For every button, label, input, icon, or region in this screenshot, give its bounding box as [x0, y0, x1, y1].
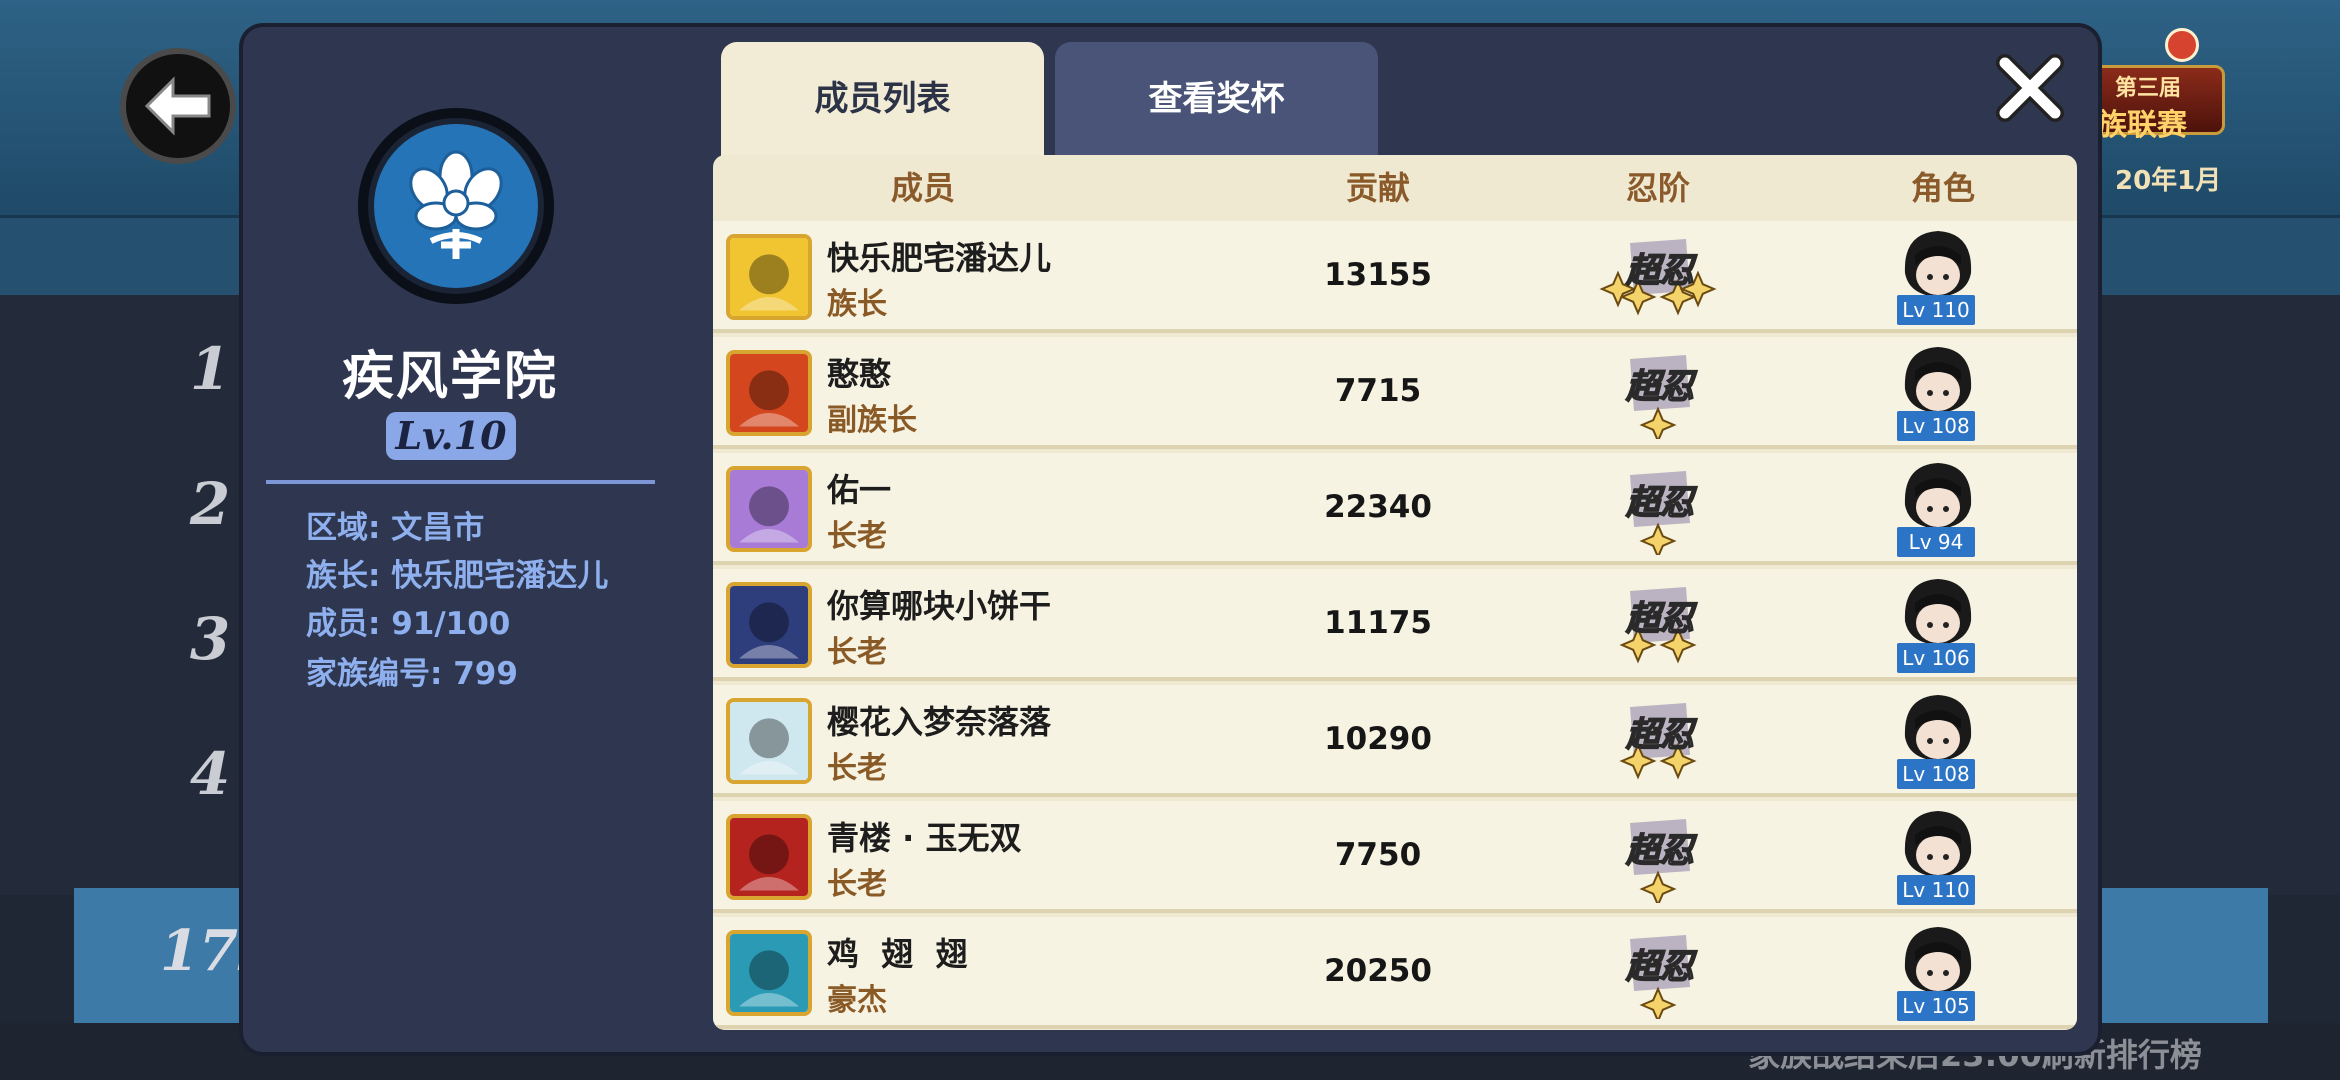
member-name: 樱花入梦奈落落 — [827, 703, 1052, 741]
table-row[interactable]: 你算哪块小饼干 长老 11175 超忍 Lv 106 — [713, 569, 2077, 681]
table-row[interactable]: 快乐肥宅潘达儿 族长 13155 超忍 Lv 110 — [713, 221, 2077, 333]
character-level-badge: Lv 108 — [1897, 759, 1975, 789]
background-rank-4: 4 — [189, 740, 231, 808]
clan-emblem — [358, 108, 554, 304]
character-level-badge: Lv 108 — [1897, 411, 1975, 441]
table-row[interactable]: 憨憨副族长 7715 超忍 Lv 108 — [713, 337, 2077, 449]
ninja-rank-label: 超忍 — [1625, 250, 1695, 292]
table-header: 成员 贡献 忍阶 角色 — [713, 155, 2077, 221]
member-avatar — [726, 814, 812, 900]
member-name: 你算哪块小饼干 — [827, 587, 1052, 625]
ninja-rank-badge: 超忍 — [1578, 579, 1738, 671]
member-contribution: 7715 — [1334, 373, 1422, 409]
member-title: 族长 — [827, 287, 887, 322]
ninja-rank-badge: 超忍 — [1578, 463, 1738, 560]
background-rank-1: 1 — [189, 335, 231, 403]
clan-member-count: 成员: 91/100 — [306, 606, 511, 642]
member-contribution: 22340 — [1324, 489, 1432, 525]
ninja-rank-badge: 超忍 — [1578, 347, 1738, 444]
column-header-character: 角色 — [1910, 169, 1975, 207]
event-title-edition: 第三届 — [2115, 76, 2182, 101]
clan-level-badge: Lv.10 — [386, 412, 516, 460]
member-avatar — [726, 234, 812, 320]
ninja-rank-badge: 超忍 — [1578, 695, 1738, 787]
character-level-badge: Lv 105 — [1897, 991, 1975, 1021]
member-title: 长老 — [827, 867, 887, 902]
member-avatar — [726, 350, 812, 436]
member-avatar — [726, 582, 812, 668]
member-name: 青楼 · 玉无双 — [827, 819, 1022, 857]
member-avatar — [726, 698, 812, 784]
event-title: 族联赛 — [2097, 108, 2187, 143]
table-row[interactable]: 樱花入梦奈落落 长老 10290 超忍 Lv 108 — [713, 685, 2077, 797]
member-name: 快乐肥宅潘达儿 — [827, 239, 1052, 277]
clan-region: 区域: 文昌市 — [306, 510, 485, 546]
column-header-contribution: 贡献 — [1345, 169, 1410, 207]
ninja-rank-label: 超忍 — [1625, 714, 1695, 756]
member-contribution: 20250 — [1324, 953, 1432, 989]
ninja-rank-label: 超忍 — [1625, 366, 1695, 408]
notification-dot — [2165, 28, 2199, 62]
member-name: 憨憨 — [827, 355, 892, 393]
table-row[interactable]: 佑一长老 22340 超忍 Lv 94 — [713, 453, 2077, 565]
table-row[interactable]: 青楼 · 玉无双 长老 7750 超忍 Lv 110 — [713, 801, 2077, 913]
divider — [266, 480, 655, 484]
member-avatar — [726, 930, 812, 1016]
member-table: 成员 贡献 忍阶 角色 快乐肥宅潘达儿 族长 13155 超忍 Lv 110 憨憨副族长 7… — [713, 155, 2077, 1030]
member-name: 佑一 — [827, 471, 892, 509]
member-contribution: 11175 — [1324, 605, 1432, 641]
ninja-rank-badge: 超忍 — [1578, 231, 1738, 323]
close-button[interactable] — [1990, 48, 2070, 128]
table-row[interactable]: 鸡 翅 翅豪杰 20250 超忍 Lv 105 — [713, 917, 2077, 1029]
event-date: 20年1月 — [2115, 166, 2222, 196]
member-contribution: 7750 — [1334, 837, 1422, 873]
ninja-rank-badge: 超忍 — [1578, 927, 1738, 1024]
ninja-rank-badge: 超忍 — [1578, 811, 1738, 908]
character-level-badge: Lv 94 — [1897, 527, 1975, 557]
background-rank-2: 2 — [189, 470, 231, 538]
ninja-rank-label: 超忍 — [1625, 482, 1695, 524]
member-contribution: 10290 — [1324, 721, 1432, 757]
close-icon — [1996, 54, 2064, 122]
member-name: 鸡 翅 翅 — [827, 935, 968, 973]
member-title: 豪杰 — [827, 983, 887, 1018]
game-screen: 1 2 3 4 172 家族战结束后23:00刷新排行榜 第三届 族联赛 20年… — [0, 0, 2340, 1080]
ninja-rank-label: 超忍 — [1625, 946, 1695, 988]
column-header-member: 成员 — [890, 169, 955, 207]
tab-view-trophies[interactable]: 查看奖杯 — [1055, 42, 1378, 157]
tab-member-list[interactable]: 成员列表 — [721, 42, 1044, 162]
member-title: 长老 — [827, 751, 887, 786]
character-level-badge: Lv 106 — [1897, 643, 1975, 673]
back-button[interactable] — [120, 48, 236, 164]
clan-id: 家族编号: 799 — [306, 656, 518, 692]
member-avatar — [726, 466, 812, 552]
member-title: 长老 — [827, 635, 887, 670]
flower-crest-icon — [368, 118, 544, 294]
member-title: 长老 — [827, 519, 887, 554]
ninja-rank-label: 超忍 — [1625, 598, 1695, 640]
ninja-rank-label: 超忍 — [1625, 830, 1695, 872]
clan-leader: 族长: 快乐肥宅潘达儿 — [306, 558, 609, 594]
clan-name: 疾风学院 — [341, 347, 558, 407]
background-rank-3: 3 — [189, 605, 231, 673]
character-level-badge: Lv 110 — [1897, 875, 1975, 905]
member-title: 副族长 — [827, 403, 917, 438]
arrow-left-icon — [144, 76, 211, 136]
column-header-ninja-rank: 忍阶 — [1625, 169, 1690, 207]
member-contribution: 13155 — [1324, 257, 1432, 293]
character-level-badge: Lv 110 — [1897, 295, 1975, 325]
